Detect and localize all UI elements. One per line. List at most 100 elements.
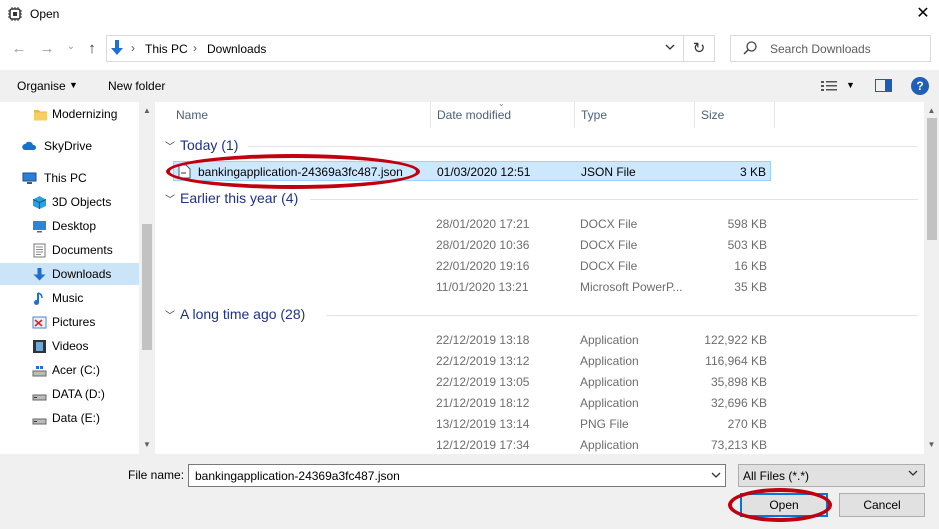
file-row[interactable]: 28/01/2020 10:36 DOCX File 503 KB (173, 235, 771, 255)
sidebar-item-drive-d[interactable]: DATA (D:) (0, 383, 139, 405)
help-icon[interactable]: ? (911, 77, 929, 95)
file-date: 21/12/2019 18:12 (436, 396, 530, 410)
sidebar-item-drive-e[interactable]: Data (E:) (0, 407, 139, 429)
view-caret-icon[interactable]: ▼ (846, 80, 855, 90)
organise-menu[interactable]: Organise (17, 79, 66, 93)
file-size: 35,898 KB (710, 375, 767, 389)
file-row[interactable]: 22/12/2019 13:12 Application 116,964 KB (173, 351, 771, 371)
file-type: PNG File (580, 417, 629, 431)
refresh-button[interactable]: ↻ (684, 35, 715, 62)
cancel-button[interactable]: Cancel (839, 493, 925, 517)
drive-icon (32, 394, 47, 401)
file-row[interactable]: 22/12/2019 13:05 Application 35,898 KB (173, 372, 771, 392)
file-row[interactable]: 11/01/2020 13:21 Microsoft PowerP... 35 … (173, 277, 771, 297)
column-header-type[interactable]: Type (581, 108, 607, 122)
file-row[interactable]: 13/12/2019 13:14 PNG File 270 KB (173, 414, 771, 434)
file-name: bankingapplication-24369a3fc487.json (198, 165, 403, 179)
file-size: 116,964 KB (705, 354, 767, 368)
scroll-up-arrow-icon[interactable]: ▲ (139, 106, 155, 115)
chevron-down-icon (711, 472, 720, 478)
file-size: 32,696 KB (710, 396, 767, 410)
column-divider[interactable] (574, 102, 575, 128)
group-header-earlier-this-year[interactable]: ﹀ Earlier this year (4) (165, 190, 298, 206)
file-row[interactable]: bankingapplication-24369a3fc487.json 01/… (173, 161, 771, 181)
view-options-icon[interactable] (820, 79, 838, 93)
sidebar-item-drive-c[interactable]: Acer (C:) (0, 359, 139, 381)
back-button[interactable]: ← (10, 40, 28, 58)
group-title: Today (1) (180, 137, 239, 153)
column-divider[interactable] (430, 102, 431, 128)
file-type: DOCX File (580, 259, 638, 273)
open-button[interactable]: Open (740, 493, 828, 517)
videos-icon (33, 340, 46, 353)
column-header-size[interactable]: Size (701, 108, 724, 122)
file-type: DOCX File (580, 217, 638, 231)
column-header-date-modified[interactable]: Date modified (437, 108, 511, 122)
scroll-down-arrow-icon[interactable]: ▼ (139, 440, 155, 449)
file-row[interactable]: 22/01/2020 19:16 DOCX File 16 KB (173, 256, 771, 276)
file-date: 22/12/2019 13:18 (436, 333, 530, 347)
scroll-down-arrow-icon[interactable]: ▼ (924, 440, 939, 449)
file-type: Application (580, 375, 639, 389)
sidebar-item-label: SkyDrive (44, 139, 93, 153)
address-dropdown-button[interactable] (656, 35, 684, 62)
caret-down-icon: ▼ (69, 80, 78, 90)
column-divider[interactable] (774, 102, 775, 128)
window-title: Open (30, 7, 60, 21)
sidebar-item-label: 3D Objects (52, 195, 112, 209)
sidebar-item-modernizing[interactable]: Modernizing (0, 103, 139, 125)
up-button[interactable]: ↑ (83, 40, 101, 58)
downloads-icon (111, 40, 123, 55)
drive-c-icon (32, 366, 47, 377)
sidebar-item-label: This PC (44, 171, 87, 185)
file-name-label: File name: (128, 468, 185, 482)
sidebar-item-label: Desktop (52, 219, 97, 233)
close-button[interactable]: ✕ (912, 4, 934, 26)
drive-icon (32, 418, 47, 425)
preview-pane-icon[interactable] (875, 79, 892, 92)
column-divider[interactable] (694, 102, 695, 128)
file-list-scroll-thumb[interactable] (927, 118, 937, 240)
scroll-up-arrow-icon[interactable]: ▲ (924, 106, 939, 115)
file-type-filter-select[interactable]: All Files (*.*) (738, 464, 925, 487)
sidebar-item-documents[interactable]: Documents (0, 239, 139, 261)
file-name-input[interactable] (188, 464, 726, 487)
file-size: 3 KB (739, 165, 766, 179)
sidebar-item-label: Acer (C:) (52, 363, 100, 377)
sidebar-item-label: Downloads (52, 267, 112, 281)
column-header-name[interactable]: Name (176, 108, 208, 122)
file-name-dropdown-button[interactable] (706, 465, 725, 486)
forward-button[interactable]: → (38, 40, 56, 58)
breadcrumb-this-pc[interactable]: This PC (145, 42, 188, 56)
file-row[interactable]: 22/12/2019 13:18 Application 122,922 KB (173, 330, 771, 350)
sidebar-item-label: Documents (52, 243, 113, 257)
file-row[interactable]: 28/01/2020 17:21 DOCX File 598 KB (173, 214, 771, 234)
sidebar-item-skydrive[interactable]: SkyDrive (0, 135, 139, 157)
group-divider (248, 146, 918, 147)
sidebar-item-downloads[interactable]: Downloads (0, 263, 139, 285)
group-title: Earlier this year (4) (180, 190, 299, 206)
file-row[interactable]: 12/12/2019 17:34 Application 73,213 KB (173, 435, 771, 455)
sidebar-item-pictures[interactable]: Pictures (0, 311, 139, 333)
file-row[interactable]: 21/12/2019 18:12 Application 32,696 KB (173, 393, 771, 413)
recent-locations-button[interactable]: ⌄ (62, 38, 80, 56)
sidebar-item-label: Data (E:) (52, 411, 101, 425)
file-date: 13/12/2019 13:14 (436, 417, 530, 431)
file-date: 12/12/2019 17:34 (436, 438, 530, 452)
file-date: 22/12/2019 13:05 (436, 375, 530, 389)
new-folder-button[interactable]: New folder (108, 79, 165, 93)
sort-indicator-icon: ⌄ (498, 99, 505, 108)
group-divider (310, 199, 918, 200)
computer-icon (22, 172, 37, 184)
group-header-today[interactable]: ﹀ Today (1) (165, 137, 238, 153)
sidebar-item-music[interactable]: Music (0, 287, 139, 309)
file-date: 28/01/2020 17:21 (436, 217, 530, 231)
file-size: 503 KB (727, 238, 767, 252)
group-header-long-time-ago[interactable]: ﹀ A long time ago (28) (165, 306, 305, 322)
sidebar-scroll-thumb[interactable] (142, 224, 152, 350)
sidebar-item-desktop[interactable]: Desktop (0, 215, 139, 237)
breadcrumb-downloads[interactable]: Downloads (207, 42, 266, 56)
sidebar-item-this-pc[interactable]: This PC (0, 167, 139, 189)
sidebar-item-videos[interactable]: Videos (0, 335, 139, 357)
sidebar-item-3d-objects[interactable]: 3D Objects (0, 191, 139, 213)
